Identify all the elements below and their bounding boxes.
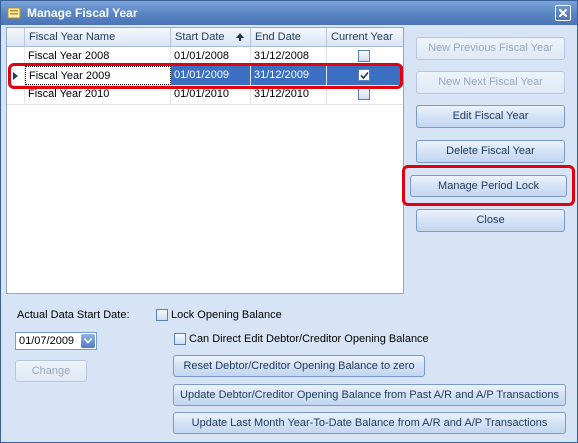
cell-fiscal-year-name: Fiscal Year 2008 bbox=[25, 47, 171, 66]
row-indicator bbox=[7, 47, 25, 66]
can-direct-edit-checkbox[interactable] bbox=[174, 333, 186, 345]
change-button[interactable]: Change bbox=[15, 360, 87, 382]
date-dropdown-button[interactable] bbox=[81, 334, 95, 348]
title-bar: Manage Fiscal Year bbox=[1, 1, 577, 25]
cell-fiscal-year-name: Fiscal Year 2009 bbox=[25, 66, 171, 85]
current-year-checkbox[interactable] bbox=[358, 50, 370, 62]
table-row[interactable]: Fiscal Year 2010 01/01/2010 31/12/2010 bbox=[7, 85, 403, 105]
column-header-name[interactable]: Fiscal Year Name bbox=[25, 28, 171, 46]
update-opening-balance-from-past-button[interactable]: Update Debtor/Creditor Opening Balance f… bbox=[173, 384, 566, 406]
cell-current-year bbox=[327, 47, 403, 66]
fiscal-year-grid[interactable]: Fiscal Year Name Start Date End Date Cur… bbox=[6, 27, 404, 294]
column-header-start-date-label: Start Date bbox=[175, 31, 225, 43]
update-ytd-balance-button[interactable]: Update Last Month Year-To-Date Balance f… bbox=[173, 412, 566, 434]
actual-data-start-date-label: Actual Data Start Date: bbox=[17, 309, 130, 321]
cell-start-date: 01/01/2008 bbox=[171, 47, 251, 66]
row-indicator bbox=[7, 66, 25, 85]
reset-opening-balance-button[interactable]: Reset Debtor/Creditor Opening Balance to… bbox=[173, 355, 425, 377]
manage-period-lock-button[interactable]: Manage Period Lock bbox=[410, 175, 567, 197]
lock-opening-balance-checkbox[interactable] bbox=[156, 309, 168, 321]
current-year-checkbox[interactable] bbox=[358, 69, 370, 81]
cell-fiscal-year-name: Fiscal Year 2010 bbox=[25, 85, 171, 104]
checkmark-icon bbox=[360, 71, 369, 80]
cell-current-year bbox=[327, 85, 403, 104]
delete-fiscal-year-button[interactable]: Delete Fiscal Year bbox=[416, 140, 565, 163]
cell-end-date: 31/12/2010 bbox=[251, 85, 327, 104]
chevron-down-icon bbox=[84, 338, 92, 344]
actual-data-start-date-picker[interactable]: 01/07/2009 bbox=[15, 332, 97, 350]
current-year-checkbox[interactable] bbox=[358, 88, 370, 100]
row-indicator bbox=[7, 85, 25, 104]
cell-current-year bbox=[327, 66, 403, 85]
manage-fiscal-year-window: Manage Fiscal Year Fiscal Year Name Star… bbox=[0, 0, 578, 443]
cell-end-date: 31/12/2009 bbox=[251, 66, 327, 85]
window-title: Manage Fiscal Year bbox=[27, 6, 138, 20]
row-pointer-icon bbox=[13, 72, 18, 80]
new-next-fiscal-year-button[interactable]: New Next Fiscal Year bbox=[416, 71, 565, 94]
table-row-selected[interactable]: Fiscal Year 2009 01/01/2009 31/12/2009 bbox=[7, 66, 403, 86]
close-icon bbox=[559, 9, 567, 17]
lock-opening-balance-label: Lock Opening Balance bbox=[171, 309, 282, 321]
cell-end-date: 31/12/2008 bbox=[251, 47, 327, 66]
cell-start-date: 01/01/2010 bbox=[171, 85, 251, 104]
column-header-current-year[interactable]: Current Year bbox=[327, 28, 403, 46]
new-previous-fiscal-year-button[interactable]: New Previous Fiscal Year bbox=[416, 37, 565, 60]
can-direct-edit-label: Can Direct Edit Debtor/Creditor Opening … bbox=[189, 333, 429, 345]
grid-header: Fiscal Year Name Start Date End Date Cur… bbox=[7, 28, 403, 47]
app-icon bbox=[7, 7, 21, 19]
sort-ascending-icon bbox=[236, 33, 244, 41]
header-indicator-cell bbox=[7, 28, 25, 46]
edit-fiscal-year-button[interactable]: Edit Fiscal Year bbox=[416, 105, 565, 128]
table-row[interactable]: Fiscal Year 2008 01/01/2008 31/12/2008 bbox=[7, 47, 403, 67]
window-close-button[interactable] bbox=[555, 5, 571, 21]
actual-data-start-date-value: 01/07/2009 bbox=[19, 335, 75, 347]
column-header-start-date[interactable]: Start Date bbox=[171, 28, 251, 46]
close-button[interactable]: Close bbox=[416, 209, 565, 232]
column-header-end-date[interactable]: End Date bbox=[251, 28, 327, 46]
cell-start-date: 01/01/2009 bbox=[171, 66, 251, 85]
